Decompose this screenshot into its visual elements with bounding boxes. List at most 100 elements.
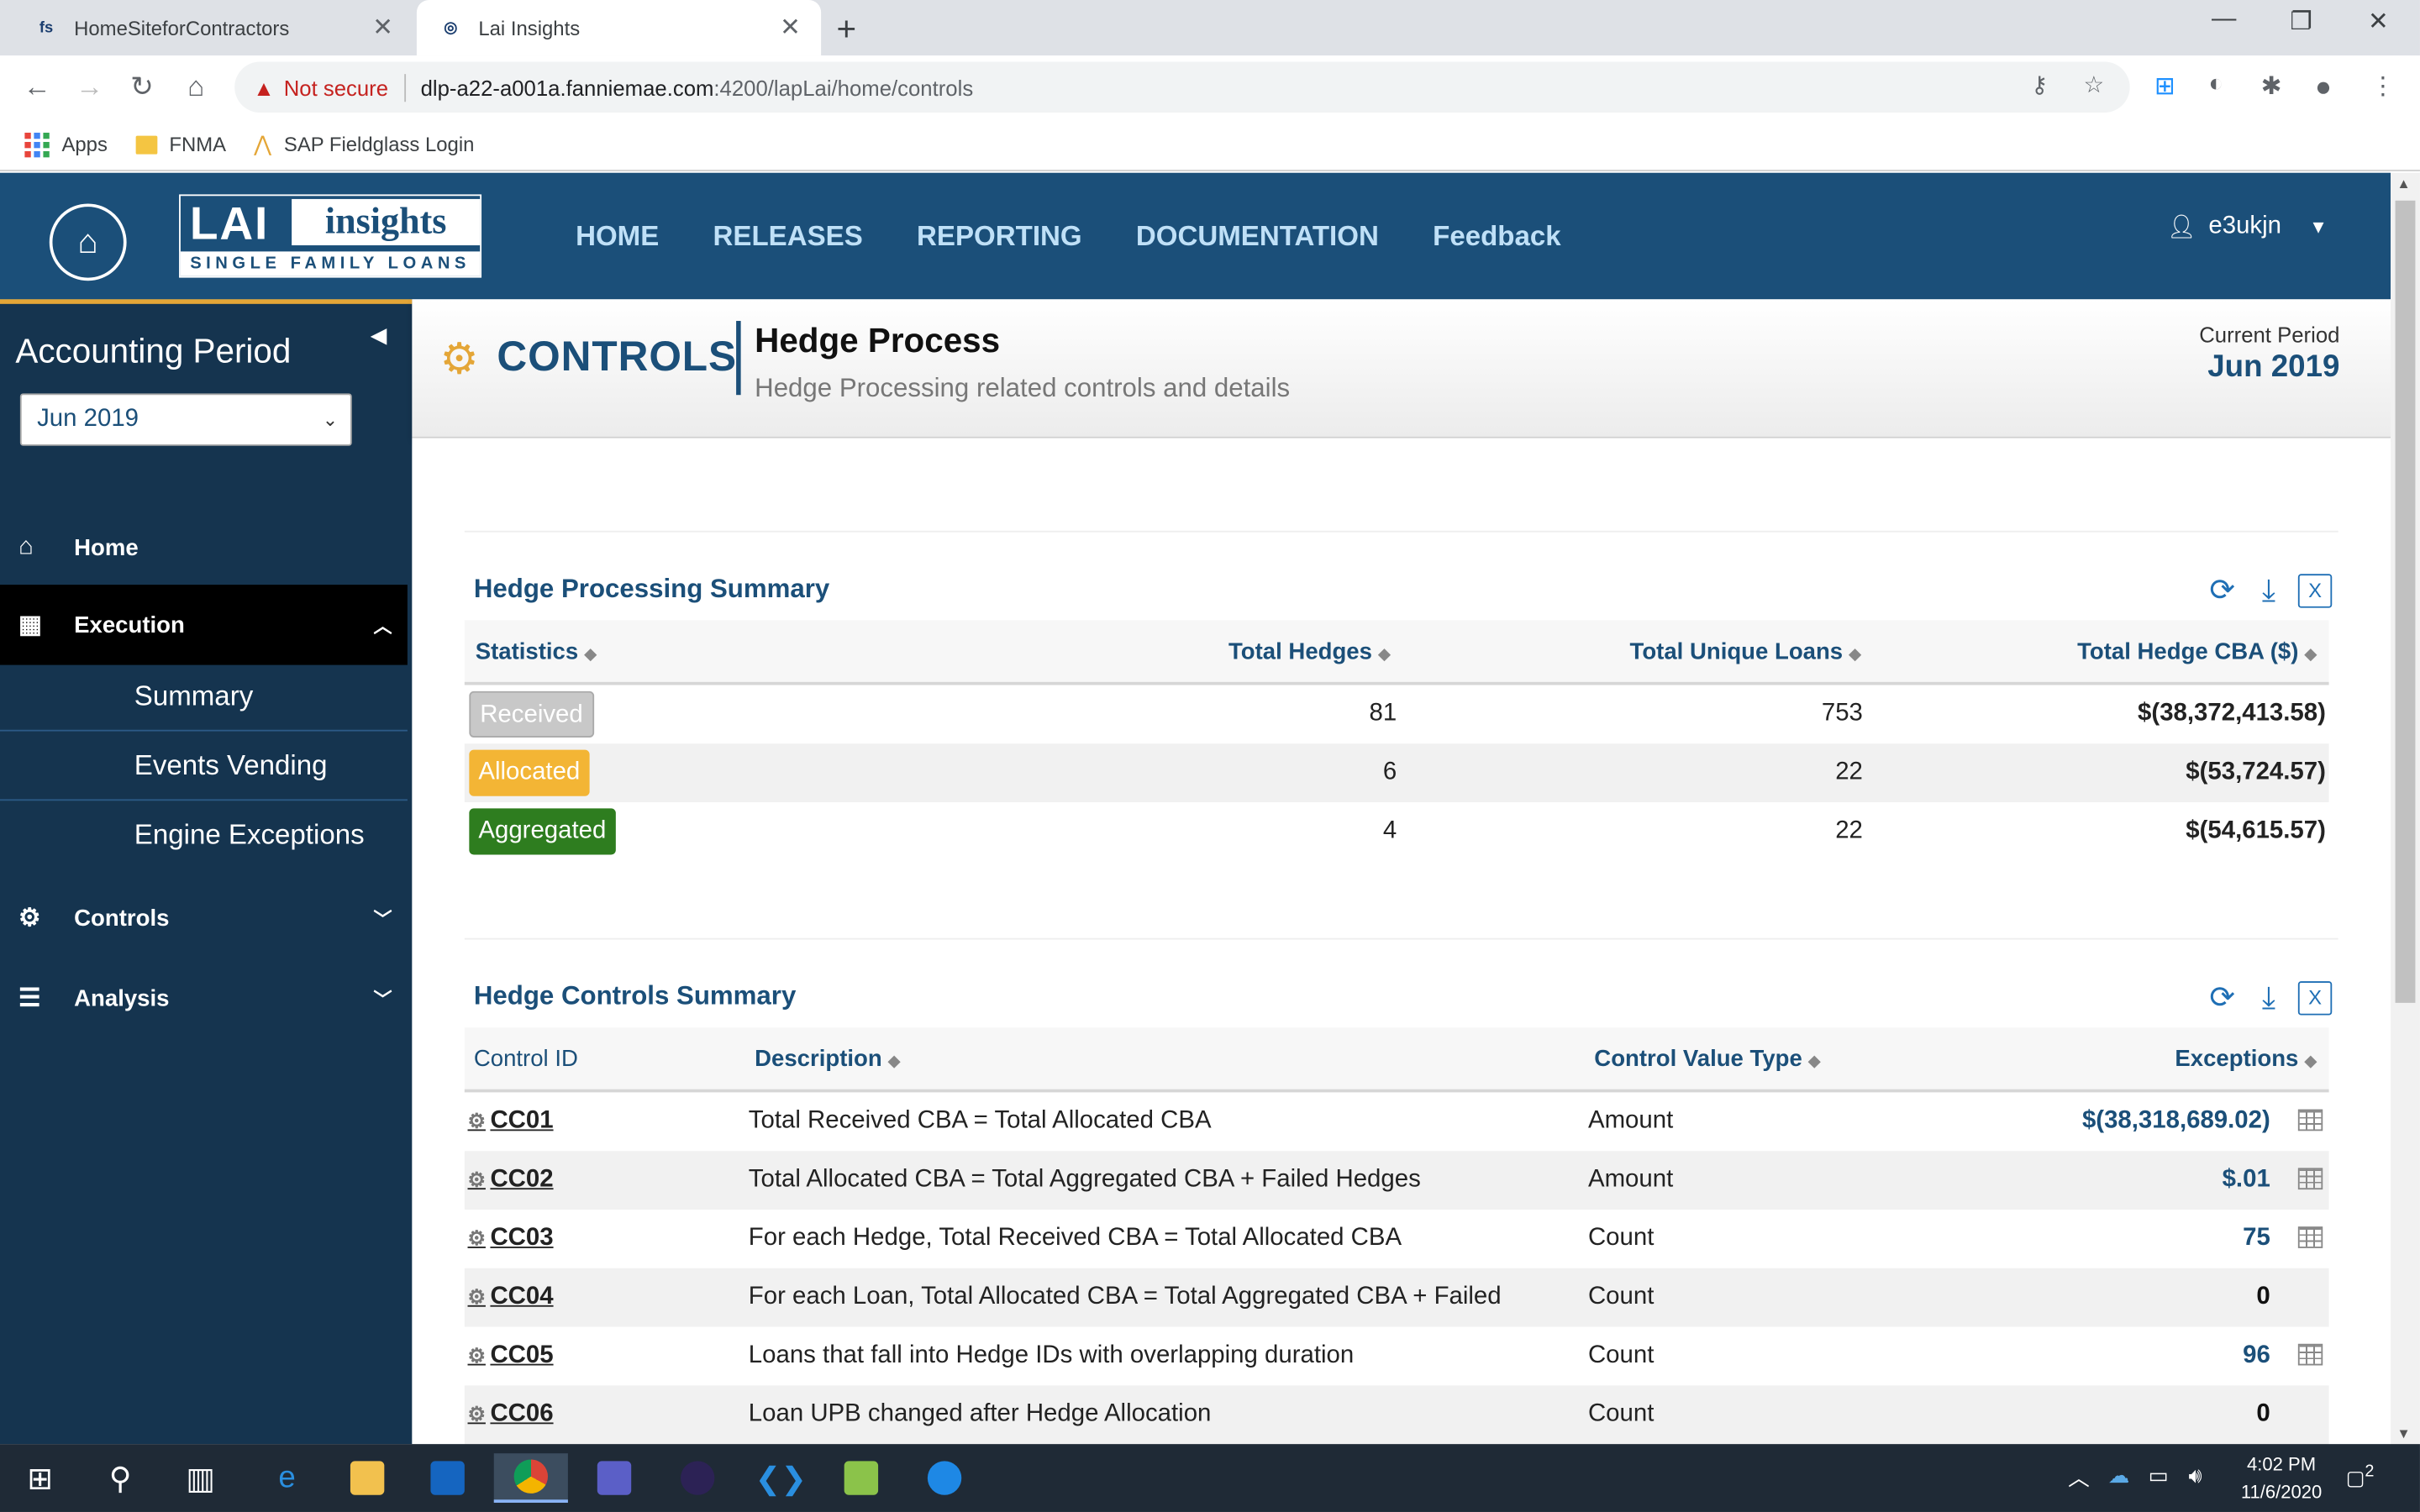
refresh-icon[interactable]: ⟳ (2206, 574, 2239, 607)
chrome-icon[interactable] (493, 1453, 568, 1503)
col-exceptions[interactable]: Exceptions ◆ (2175, 1046, 2316, 1072)
table-view-icon[interactable] (2297, 1168, 2323, 1190)
refresh-icon[interactable]: ⟳ (2206, 981, 2239, 1015)
scrollbar-thumb[interactable] (2395, 200, 2416, 1003)
tray-chevron-icon[interactable]: ︿ (2068, 1462, 2090, 1494)
col-description[interactable]: Description ◆ (755, 1046, 900, 1072)
nav-feedback[interactable]: Feedback (1433, 220, 1561, 253)
minimize-icon[interactable]: — (2188, 6, 2259, 34)
fannie-mae-house-logo-icon[interactable]: ⌂ (49, 203, 127, 281)
homesite-favicon-icon: fs (39, 18, 54, 37)
excel-export-icon[interactable]: X (2297, 574, 2333, 608)
control-id-link[interactable]: ⚙ CC04 (468, 1284, 554, 1311)
file-explorer-icon[interactable] (330, 1453, 404, 1503)
sidebar-item-execution[interactable]: ▦ Execution ︿ (0, 585, 408, 665)
control-id-link[interactable]: ⚙ CC03 (468, 1225, 554, 1252)
scroll-up-icon[interactable]: ▲ (2396, 176, 2410, 191)
collapse-sidebar-icon[interactable]: ◀ (371, 323, 387, 349)
sidebar-subitem-summary[interactable]: Summary (0, 662, 408, 732)
volume-icon[interactable]: 🔊︎ (2188, 1462, 2202, 1488)
sidebar-item-home[interactable]: ⌂ Home (0, 507, 408, 588)
nav-reporting[interactable]: REPORTING (917, 220, 1082, 253)
col-statistics[interactable]: Statistics ◆ (476, 638, 597, 664)
new-tab-button[interactable]: + (836, 9, 856, 50)
not-secure-label[interactable]: Not secure (284, 75, 388, 99)
download-icon[interactable]: ⤓ (2252, 981, 2286, 1015)
profile-icon[interactable]: ● (2315, 71, 2332, 103)
download-icon[interactable]: ⤓ (2252, 574, 2286, 607)
notepad-icon[interactable] (824, 1453, 898, 1503)
control-id-link[interactable]: ⚙ CC05 (468, 1342, 554, 1370)
menu-icon[interactable]: ⋮ (2370, 71, 2395, 102)
system-clock[interactable]: 4:02 PM 11/6/2020 (2241, 1450, 2322, 1505)
restore-icon[interactable]: ❐ (2265, 6, 2336, 37)
network-icon[interactable]: ▭ (2149, 1462, 2169, 1488)
logo-lai-text: LAI (189, 198, 270, 250)
exceptions-value[interactable]: 75 (2243, 1225, 2270, 1252)
teams-icon[interactable] (577, 1453, 651, 1503)
nav-releases[interactable]: RELEASES (713, 220, 863, 253)
hedge-processing-summary-title: Hedge Processing Summary (473, 574, 830, 604)
windows-start-icon[interactable]: ⊞ (3, 1453, 77, 1503)
vscode-icon[interactable]: ❮❯ (744, 1453, 818, 1503)
support-assistant-icon[interactable] (908, 1453, 981, 1503)
eclipse-icon[interactable] (660, 1453, 734, 1503)
scroll-down-icon[interactable]: ▼ (2396, 1425, 2410, 1441)
accounting-period-select[interactable]: Jun 2019 ⌄ (19, 393, 352, 446)
col-total-hedge-cba[interactable]: Total Hedge CBA ($) ◆ (2077, 638, 2317, 664)
col-total-hedges[interactable]: Total Hedges ◆ (1228, 638, 1390, 664)
edge-icon[interactable]: e (250, 1453, 324, 1503)
col-control-id[interactable]: Control ID (474, 1046, 578, 1072)
excel-export-icon[interactable]: X (2297, 981, 2333, 1016)
address-bar[interactable]: ▲ Not secure dlp-a22-a001a.fanniemae.com… (234, 61, 2130, 113)
sidebar-subitem-events-vending[interactable]: Events Vending (0, 732, 408, 801)
close-tab-icon[interactable]: ✕ (771, 13, 808, 44)
exceptions-value[interactable]: 96 (2243, 1342, 2270, 1370)
key-icon[interactable]: ⚷ (2031, 71, 2048, 98)
page-scrollbar[interactable]: ▲ ▼ (2391, 172, 2420, 1445)
sidebar-item-analysis[interactable]: ☰ Analysis ﹀ (0, 958, 408, 1039)
sidebar-subitem-engine-exceptions[interactable]: Engine Exceptions (0, 801, 408, 870)
clock-time: 4:02 PM (2247, 1453, 2317, 1475)
user-icon: 👤︎ (2166, 214, 2196, 241)
lai-insights-logo[interactable]: LAI insights SINGLE FAMILY LOANS (179, 194, 482, 278)
exceptions-value[interactable]: $(38,318,689.02) (2082, 1108, 2270, 1136)
control-id-link[interactable]: ⚙ CC02 (468, 1167, 554, 1194)
home-icon[interactable]: ⌂ (177, 68, 214, 105)
close-tab-icon[interactable]: ✕ (364, 13, 401, 44)
close-window-icon[interactable]: ✕ (2343, 6, 2413, 37)
notifications-icon[interactable]: ▢2 (2346, 1462, 2375, 1491)
bookmark-sap-fieldglass[interactable]: ⋀ SAP Fieldglass Login (254, 131, 474, 157)
exceptions-value[interactable]: $.01 (2223, 1167, 2270, 1194)
col-total-unique-loans[interactable]: Total Unique Loans ◆ (1630, 638, 1861, 664)
nav-documentation[interactable]: DOCUMENTATION (1136, 220, 1379, 253)
windows-extension-icon[interactable]: ⊞ (2154, 71, 2175, 102)
divider (464, 937, 2338, 940)
star-icon[interactable]: ☆ (2084, 71, 2105, 98)
caret-down-icon: ▼ (2309, 216, 2328, 238)
sidebar-item-controls[interactable]: ⚙ Controls ﹀ (0, 878, 408, 958)
search-icon[interactable]: ⚲ (83, 1453, 157, 1503)
bookmark-fnma[interactable]: FNMA (134, 133, 226, 156)
gear-icon: ⚙ (467, 1402, 486, 1426)
browser-tab-lai-insights[interactable]: ◎ Lai Insights ✕ (416, 0, 822, 56)
bookmark-apps[interactable]: Apps (24, 132, 108, 157)
table-view-icon[interactable] (2297, 1109, 2323, 1131)
col-control-value-type[interactable]: Control Value Type ◆ (1594, 1046, 1820, 1072)
back-icon[interactable]: ← (18, 68, 55, 105)
user-menu[interactable]: 👤︎ e3ukjn ▼ (2167, 213, 2328, 240)
total-hedges-value: 81 (1369, 700, 1397, 727)
onedrive-icon[interactable]: ☁ (2108, 1462, 2130, 1488)
reload-icon[interactable]: ↻ (124, 68, 160, 105)
puzzle-icon[interactable]: ✱ (2261, 71, 2282, 102)
task-view-icon[interactable]: ▥ (164, 1453, 238, 1503)
extension-circle-icon[interactable]: ◐ (2208, 71, 2223, 98)
table-view-icon[interactable] (2297, 1226, 2323, 1248)
control-id-link[interactable]: ⚙ CC06 (468, 1401, 554, 1429)
forward-icon[interactable]: → (71, 68, 108, 105)
table-view-icon[interactable] (2297, 1343, 2323, 1366)
control-id-link[interactable]: ⚙ CC01 (468, 1108, 554, 1136)
outlook-icon[interactable] (411, 1453, 485, 1503)
nav-home[interactable]: HOME (576, 220, 659, 253)
browser-tab-homesite[interactable]: fs HomeSiteforContractors ✕ (13, 0, 414, 55)
